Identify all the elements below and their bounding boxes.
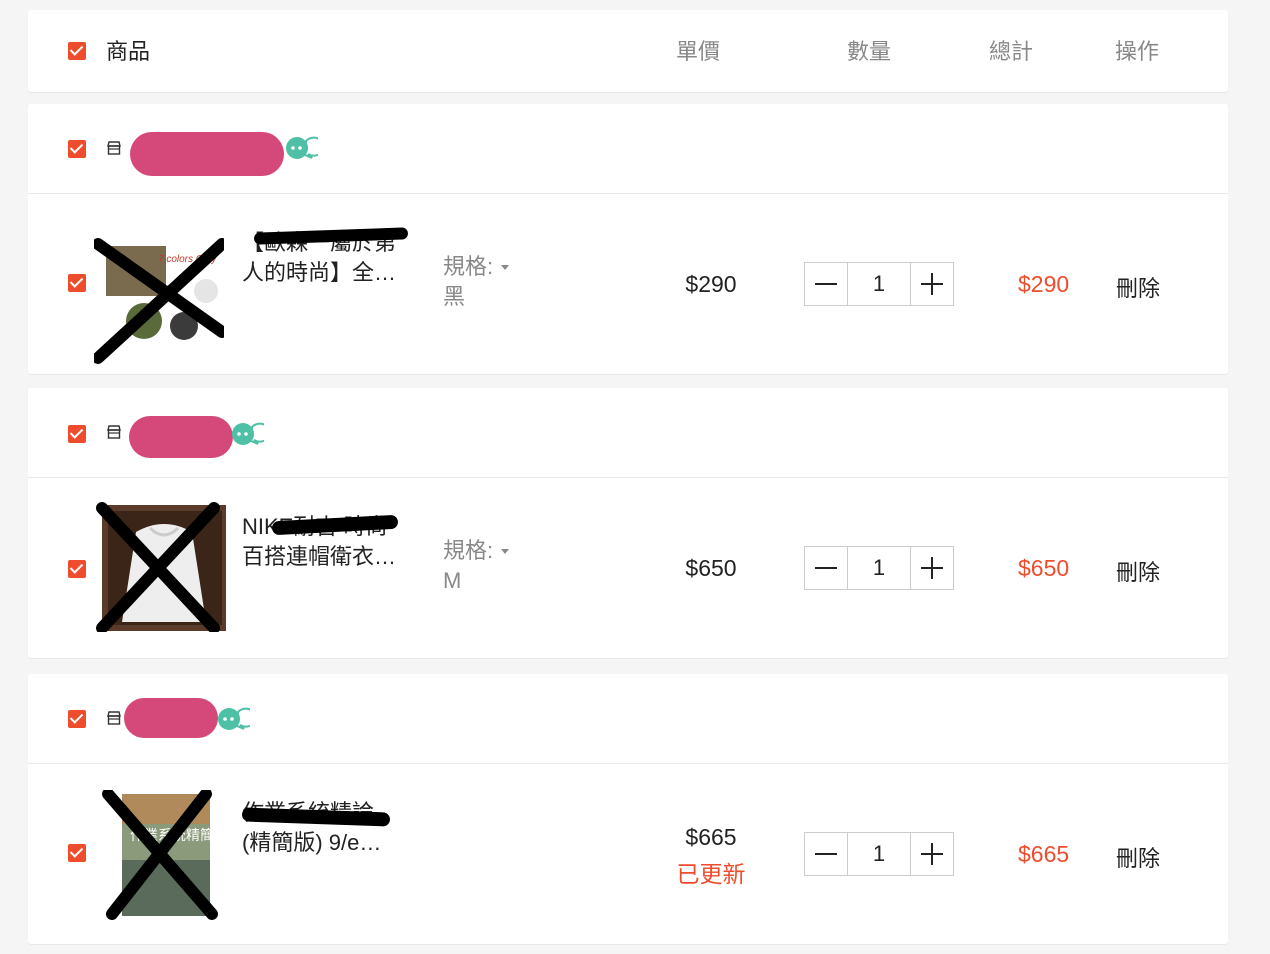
product-title-line2: 百搭連帽衛衣…	[242, 544, 397, 569]
product-image-placeholder: 作業系統精簡	[102, 790, 218, 920]
header-total: 總計	[989, 39, 1034, 64]
quantity-value[interactable]: 1	[848, 547, 910, 589]
quantity-stepper: 1	[804, 546, 954, 590]
item-total: $290	[1018, 271, 1070, 297]
increase-button[interactable]	[910, 833, 953, 875]
decrease-button[interactable]	[805, 263, 848, 305]
delete-button[interactable]: 刪除	[1116, 841, 1160, 873]
caret-down-icon	[501, 265, 510, 270]
increase-button[interactable]	[910, 547, 953, 589]
spec-value: 黑	[443, 284, 466, 309]
chat-icon[interactable]	[216, 706, 250, 732]
item-total: $665	[1018, 841, 1070, 867]
product-image-placeholder: 7 colors Only	[94, 238, 224, 364]
product-title[interactable]: 作業系統精論 (精簡版) 9/e…	[242, 798, 412, 858]
quantity-value[interactable]: 1	[848, 833, 910, 875]
item-checkbox[interactable]	[68, 274, 86, 292]
shop-header	[28, 388, 1228, 478]
quantity-value[interactable]: 1	[848, 263, 910, 305]
shop-checkbox[interactable]	[68, 710, 86, 728]
spec-label: 規格:	[443, 538, 494, 563]
header-product: 商品	[106, 39, 151, 64]
quantity-stepper: 1	[804, 262, 954, 306]
caret-down-icon	[501, 549, 510, 554]
delete-button[interactable]: 刪除	[1116, 271, 1160, 303]
shop-name-redacted	[130, 132, 284, 176]
delete-button[interactable]: 刪除	[1116, 555, 1160, 587]
product-thumbnail[interactable]	[96, 502, 226, 632]
shop-checkbox[interactable]	[68, 140, 86, 158]
increase-button[interactable]	[910, 263, 953, 305]
shop-name-redacted	[124, 698, 218, 738]
unit-price: $290	[685, 271, 737, 297]
product-thumbnail[interactable]: 作業系統精簡	[96, 790, 226, 920]
shop-checkbox[interactable]	[68, 425, 86, 443]
product-title-line2: (精簡版) 9/e…	[242, 830, 382, 855]
select-all-checkbox[interactable]	[68, 42, 86, 60]
header-unit-price: 單價	[676, 39, 721, 64]
variation-selector[interactable]: 規格: M	[443, 536, 510, 596]
chat-icon[interactable]	[284, 135, 318, 161]
shop-header	[28, 104, 1228, 194]
price-updated-label: 已更新	[676, 861, 746, 887]
shop-header	[28, 674, 1228, 764]
unit-price: $650	[685, 555, 737, 581]
shop-icon	[107, 711, 121, 725]
variation-selector[interactable]: 規格: 黑	[443, 252, 510, 312]
shop-name-redacted	[129, 416, 233, 458]
item-checkbox[interactable]	[68, 560, 86, 578]
product-title-line2: 人的時尚】全…	[242, 260, 397, 285]
spec-label: 規格:	[443, 254, 494, 279]
decrease-button[interactable]	[805, 547, 848, 589]
item-total: $650	[1018, 555, 1070, 581]
header-quantity: 數量	[847, 39, 892, 64]
header-actions: 操作	[1115, 39, 1160, 64]
quantity-stepper: 1	[804, 832, 954, 876]
product-thumbnail[interactable]: 7 colors Only	[94, 236, 224, 366]
shop-group: NIKE耐吉 時尚 百搭連帽衛衣… 規格: M $650 1 $650 刪除	[28, 388, 1228, 658]
shop-group: 7 colors Only 【歐森一屬於第 人的時尚】全… 規格: 黑 $290…	[28, 104, 1228, 374]
spec-value: M	[443, 568, 462, 593]
cart-header: 商品 單價 數量 總計 操作	[28, 10, 1228, 92]
item-checkbox[interactable]	[68, 844, 86, 862]
shop-group: 作業系統精簡 作業系統精論 (精簡版) 9/e… $665 已更新 1 $665…	[28, 674, 1228, 944]
product-image-placeholder	[96, 502, 226, 632]
shop-icon	[107, 425, 121, 439]
shop-icon	[107, 141, 121, 155]
decrease-button[interactable]	[805, 833, 848, 875]
unit-price: $665	[685, 824, 737, 850]
chat-icon[interactable]	[230, 421, 264, 447]
